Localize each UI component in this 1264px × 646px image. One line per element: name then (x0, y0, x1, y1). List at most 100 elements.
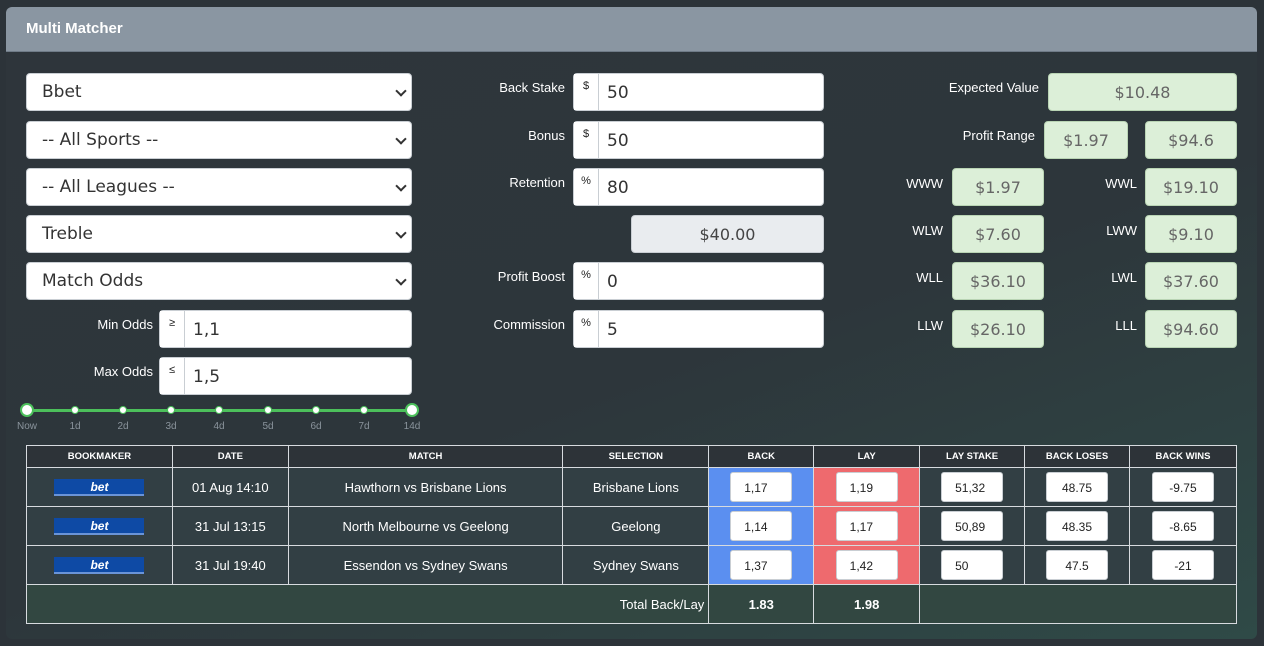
slider-handle-start[interactable] (20, 403, 34, 417)
slider-tick (360, 406, 368, 414)
market-select-value: Match Odds (42, 271, 144, 291)
row-date: 31 Jul 19:40 (171, 545, 289, 585)
bonus-value: 50 (607, 131, 629, 151)
outcome-label-www: WWW (906, 176, 943, 191)
bet-type-select-value: Treble (42, 224, 93, 244)
gte-icon: ≥ (160, 311, 185, 347)
outcome-value-wll: $36.10 (952, 262, 1044, 300)
min-odds-label: Min Odds (97, 317, 153, 332)
league-select[interactable]: -- All Leagues -- (26, 168, 412, 206)
commission-value: 5 (607, 320, 618, 340)
slider-tick (264, 406, 272, 414)
bet-type-select[interactable]: Treble (26, 215, 412, 253)
back-loses-field: 47.5 (1046, 550, 1109, 580)
lay-stake-field: 50,89 (941, 511, 1004, 541)
outcome-value-lwl: $37.60 (1145, 262, 1237, 300)
row-date: 01 Aug 14:10 (171, 467, 289, 507)
table-row: bet 31 Jul 13:15 North Melbourne vs Geel… (26, 506, 1238, 546)
bookmaker-logo: bet (54, 517, 145, 535)
market-select[interactable]: Match Odds (26, 262, 412, 300)
column-header-back-loses: BACK LOSES (1024, 445, 1130, 468)
column-header-back-wins: BACK WINS (1128, 445, 1238, 468)
column-header-match: MATCH (287, 445, 564, 468)
commission-input[interactable]: % 5 (573, 310, 824, 348)
profit-boost-label: Profit Boost (497, 269, 565, 284)
retention-label: Retention (509, 175, 565, 190)
dollar-icon: $ (574, 74, 599, 110)
percent-icon: % (574, 263, 599, 299)
back-loses-field: 48.75 (1046, 472, 1109, 502)
sport-select-value: -- All Sports -- (42, 130, 159, 150)
outcome-label-llw: LLW (917, 318, 943, 333)
outcome-value-llw: $26.10 (952, 310, 1044, 348)
outcome-label-wll: WLL (916, 270, 943, 285)
matches-table: BOOKMAKER DATE MATCH SELECTION BACK LAY … (25, 445, 1238, 624)
row-match: North Melbourne vs Geelong (287, 506, 564, 546)
total-back-lay-label: Total Back/Lay (25, 584, 710, 624)
slider-tick-label: 7d (358, 421, 370, 432)
chevron-down-icon (395, 274, 407, 286)
slider-tick-label: 3d (165, 421, 177, 432)
outcome-label-wwl: WWL (1105, 176, 1137, 191)
table-header-row: BOOKMAKER DATE MATCH SELECTION BACK LAY … (26, 445, 1238, 468)
slider-tick-label: 1d (69, 421, 81, 432)
min-odds-input[interactable]: ≥ 1,1 (159, 310, 412, 348)
slider-tick-label: 6d (310, 421, 322, 432)
outcome-value-wlw: $7.60 (952, 215, 1044, 253)
back-odds-input[interactable]: 1,37 (730, 550, 793, 580)
row-selection: Sydney Swans (562, 545, 710, 585)
max-odds-label: Max Odds (93, 364, 153, 379)
retention-input[interactable]: % 80 (573, 168, 824, 206)
bonus-label: Bonus (528, 128, 565, 143)
totals-row: Total Back/Lay 1.83 1.98 (25, 584, 1237, 624)
outcome-label-lwl: LWL (1111, 270, 1137, 285)
profit-range-label: Profit Range (962, 128, 1035, 143)
total-lay: 1.98 (813, 584, 921, 624)
bookmaker-select[interactable]: Bbet (26, 73, 412, 111)
table-row: bet 31 Jul 19:40 Essendon vs Sydney Swan… (26, 545, 1238, 585)
lay-odds-input[interactable]: 1,19 (835, 472, 898, 502)
slider-tick (167, 406, 175, 414)
lay-stake-field: 51,32 (941, 472, 1004, 502)
column-header-date: DATE (171, 445, 289, 468)
row-match: Hawthorn vs Brisbane Lions (287, 467, 564, 507)
slider-tick-label: Now (16, 421, 37, 432)
league-select-value: -- All Leagues -- (42, 177, 175, 197)
back-stake-label: Back Stake (499, 80, 565, 95)
row-selection: Geelong (562, 506, 710, 546)
bonus-input[interactable]: $ 50 (573, 121, 824, 159)
expected-value: $10.48 (1048, 73, 1237, 111)
chevron-down-icon (395, 180, 407, 192)
sport-select[interactable]: -- All Sports -- (26, 121, 412, 159)
back-odds-input[interactable]: 1,14 (730, 511, 793, 541)
outcome-value-www: $1.97 (952, 168, 1044, 206)
lay-odds-input[interactable]: 1,42 (835, 550, 898, 580)
slider-tick (215, 406, 223, 414)
percent-icon: % (574, 169, 599, 205)
column-header-lay: LAY (813, 445, 921, 468)
profit-range-min: $1.97 (1044, 121, 1128, 159)
bookmaker-select-value: Bbet (42, 82, 82, 102)
lte-icon: ≤ (160, 358, 185, 394)
lay-stake-field: 50 (941, 550, 1004, 580)
back-odds-input[interactable]: 1,17 (730, 472, 793, 502)
min-odds-value: 1,1 (193, 320, 221, 340)
panel-header: Multi Matcher (6, 7, 1257, 52)
slider-tick (71, 406, 79, 414)
bookmaker-logo: bet (54, 556, 145, 574)
row-date: 31 Jul 13:15 (171, 506, 289, 546)
lay-odds-input[interactable]: 1,17 (835, 511, 898, 541)
max-odds-input[interactable]: ≤ 1,5 (159, 357, 412, 395)
slider-handle-end[interactable] (405, 403, 419, 417)
back-stake-input[interactable]: $ 50 (573, 73, 824, 111)
outcome-label-wlw: WLW (912, 223, 943, 238)
profit-boost-input[interactable]: % 0 (573, 262, 824, 300)
row-selection: Brisbane Lions (562, 467, 710, 507)
percent-icon: % (574, 311, 599, 347)
slider-tick-label: 5d (262, 421, 274, 432)
row-match: Essendon vs Sydney Swans (287, 545, 564, 585)
dollar-icon: $ (574, 122, 599, 158)
chevron-down-icon (395, 85, 407, 97)
retention-value: 80 (607, 178, 629, 198)
panel-title: Multi Matcher (26, 20, 123, 37)
